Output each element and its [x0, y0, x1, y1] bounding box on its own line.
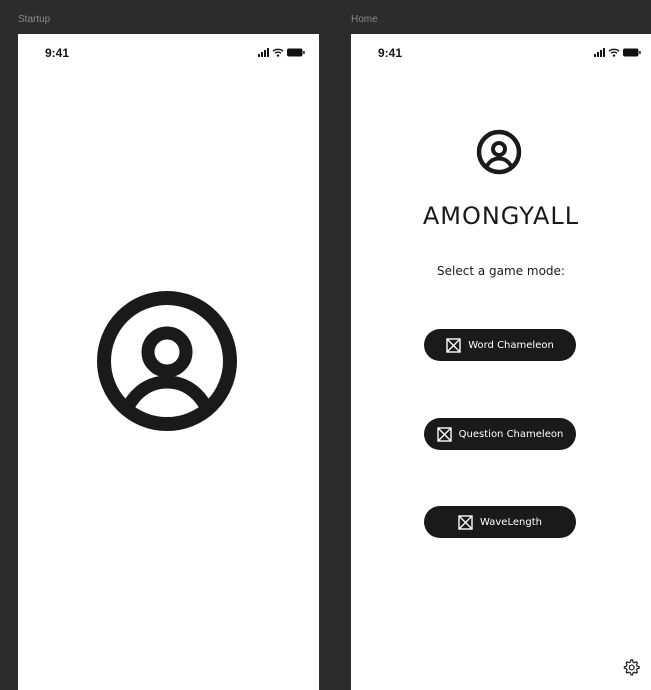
- word-chameleon-button[interactable]: Word Chameleon: [424, 329, 576, 361]
- status-bar: 9:41: [18, 34, 319, 64]
- question-chameleon-button[interactable]: Question Chameleon: [424, 418, 576, 450]
- status-time: 9:41: [45, 46, 70, 60]
- signal-icon: [258, 48, 269, 57]
- signal-icon: [594, 48, 605, 57]
- status-time: 9:41: [378, 46, 403, 60]
- user-circle-icon: [476, 129, 522, 175]
- status-bar: 9:41: [351, 34, 651, 64]
- question-chameleon-button-label: Question Chameleon: [458, 428, 564, 440]
- status-icons: [258, 47, 305, 57]
- wavelength-button[interactable]: WaveLength: [424, 506, 576, 538]
- gear-icon[interactable]: [622, 658, 640, 676]
- wifi-icon: [272, 48, 284, 57]
- game-mode-prompt: Select a game mode:: [437, 264, 565, 278]
- home-screen: 9:41 AMONGYALL Select a game mode: Word …: [351, 34, 651, 690]
- placeholder-image-icon: [458, 514, 473, 530]
- status-icons: [594, 47, 641, 57]
- frame-label-startup: Startup: [18, 14, 51, 25]
- word-chameleon-button-label: Word Chameleon: [468, 339, 554, 351]
- battery-icon: [623, 48, 641, 57]
- user-circle-icon: [96, 290, 238, 432]
- placeholder-image-icon: [446, 337, 461, 353]
- app-title: AMONGYALL: [422, 202, 580, 230]
- wavelength-button-label: WaveLength: [480, 516, 542, 528]
- battery-icon: [287, 48, 305, 57]
- placeholder-image-icon: [436, 426, 452, 442]
- frame-label-home: Home: [351, 14, 378, 25]
- startup-screen: 9:41: [18, 34, 319, 690]
- wifi-icon: [608, 48, 620, 57]
